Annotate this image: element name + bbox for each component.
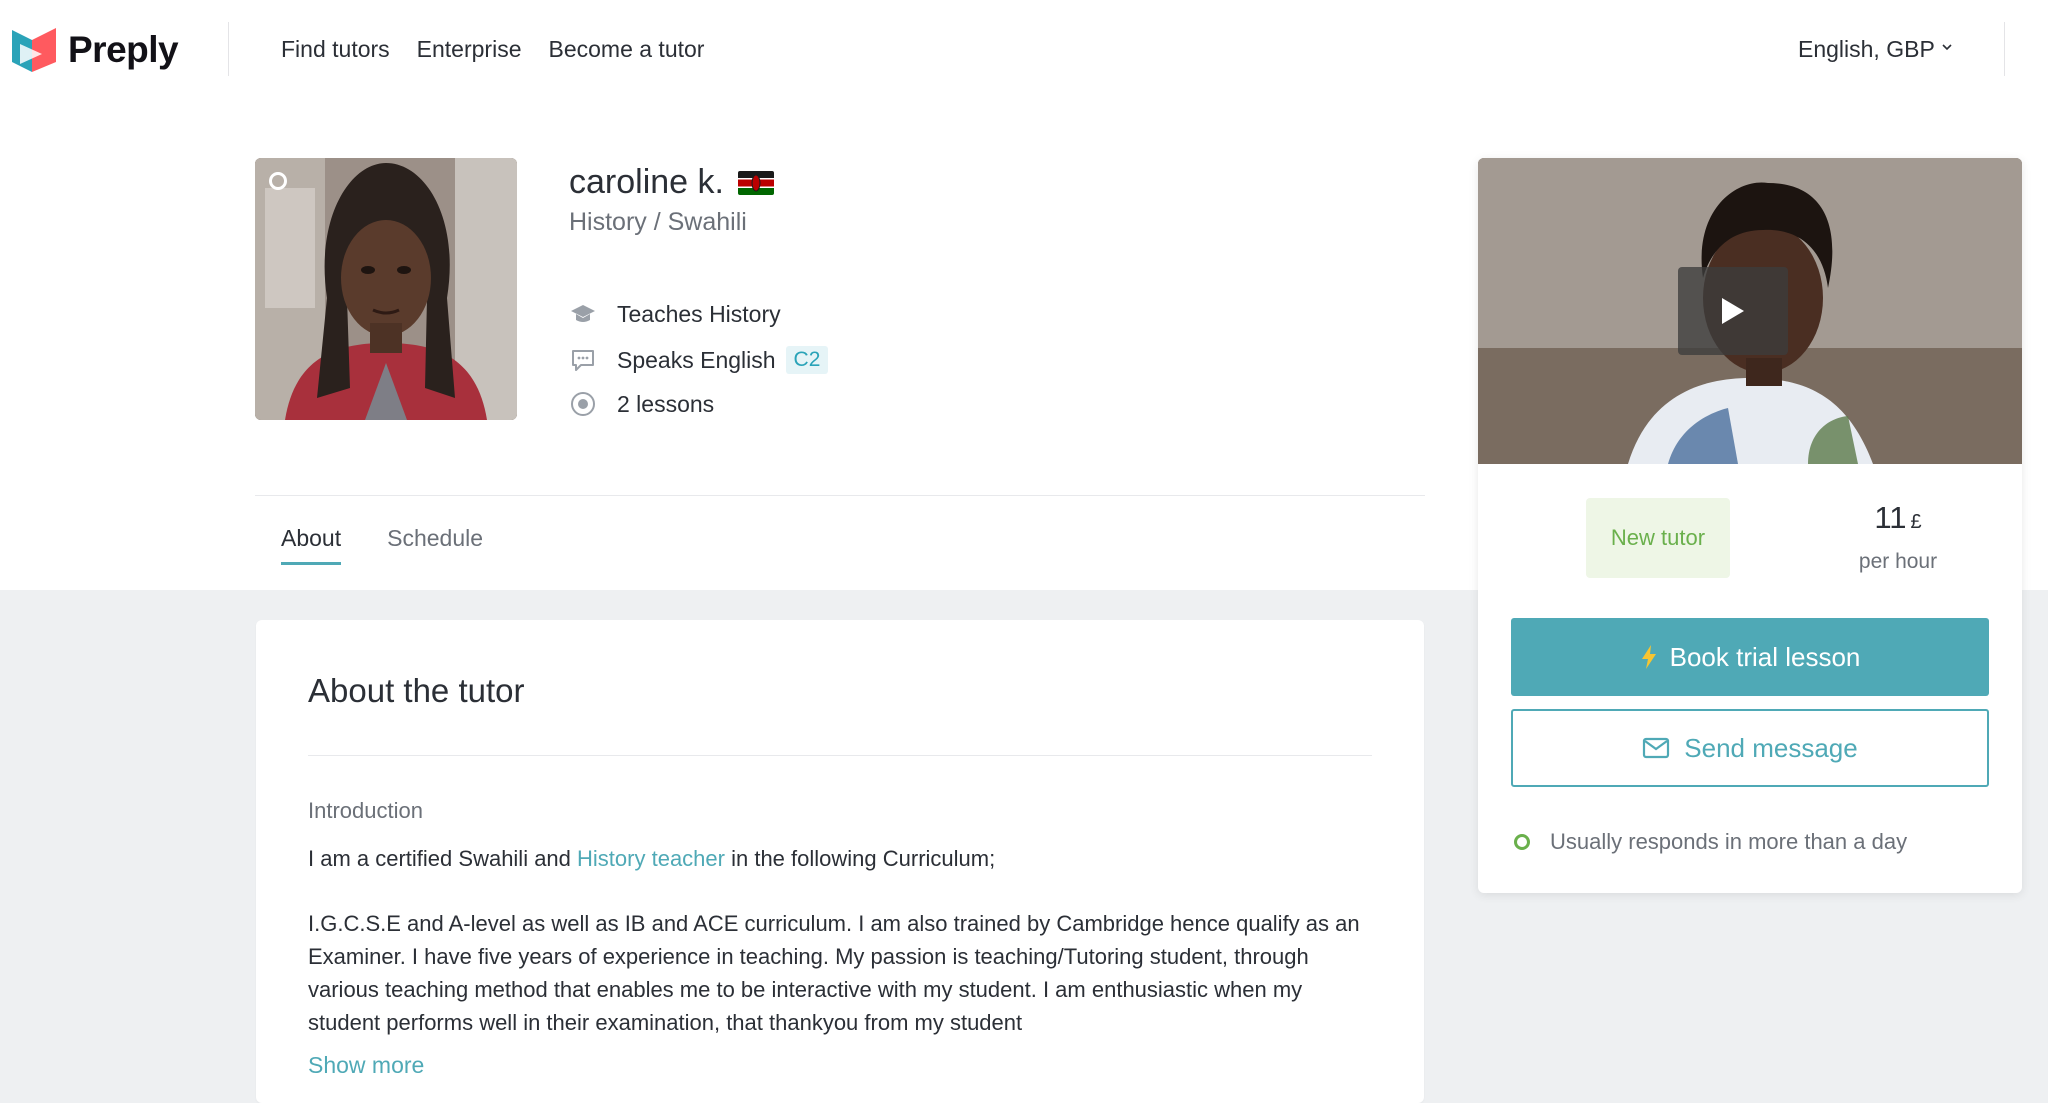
- tutor-photo: [255, 158, 517, 420]
- response-status-icon: [1514, 834, 1530, 850]
- speaks-value: English: [700, 346, 776, 373]
- lessons-count: 2 lessons: [617, 390, 715, 417]
- send-message-button[interactable]: Send message: [1511, 709, 1989, 787]
- nav-become-a-tutor[interactable]: Become a tutor: [548, 36, 704, 63]
- play-video-button[interactable]: [1678, 267, 1788, 355]
- kenya-flag-icon: [737, 170, 774, 195]
- tutor-name: caroline k.: [569, 163, 724, 201]
- show-more-link[interactable]: Show more: [308, 1052, 424, 1079]
- introduction-paragraph: I.G.C.S.E and A-level as well as IB and …: [308, 911, 1360, 1035]
- introduction-line: I am a certified Swahili and History tea…: [308, 842, 1372, 875]
- response-time-text: Usually responds in more than a day: [1550, 829, 1908, 854]
- price-unit: per hour: [1858, 550, 1938, 573]
- price-amount: 11: [1874, 500, 1907, 535]
- intro-text-after: in the following Curriculum;: [724, 846, 996, 871]
- about-divider: [308, 755, 1372, 756]
- intro-video[interactable]: [1478, 158, 2022, 464]
- preply-logo-icon: [12, 28, 56, 72]
- price-block: 11 £ per hour: [1828, 500, 1968, 574]
- profile-divider: [255, 495, 1425, 496]
- fact-teaches: Teaches History: [569, 300, 781, 328]
- nav-find-tutors[interactable]: Find tutors: [281, 36, 390, 63]
- fact-speaks: Speaks English C2: [569, 346, 829, 374]
- new-tutor-badge: New tutor: [1586, 498, 1730, 578]
- tutor-subjects: History / Swahili: [569, 208, 747, 236]
- preply-logo[interactable]: Preply: [12, 26, 179, 74]
- chat-bubble-icon: [572, 350, 594, 371]
- history-teacher-link[interactable]: History teacher: [577, 846, 725, 871]
- response-time: Usually responds in more than a day: [1514, 829, 1907, 855]
- about-card: About the tutor Introduction I am a cert…: [256, 620, 1424, 1103]
- intro-text-before: I am a certified Swahili and: [308, 846, 578, 871]
- lessons-icon: [571, 392, 595, 416]
- tab-about[interactable]: About: [281, 525, 342, 565]
- tutor-name-row: caroline k.: [569, 163, 774, 202]
- envelope-icon: [1643, 737, 1670, 759]
- play-icon: [1722, 298, 1744, 324]
- top-header: Preply Find tutors Enterprise Become a t…: [0, 0, 2048, 100]
- chevron-down-icon: [1942, 43, 1952, 50]
- tutor-avatar: [255, 158, 517, 420]
- speaks-label: Speaks: [617, 346, 694, 373]
- main-nav: Find tutors Enterprise Become a tutor: [281, 36, 704, 63]
- header-divider-right: [2004, 22, 2005, 76]
- nav-enterprise[interactable]: Enterprise: [417, 36, 522, 63]
- locale-selector[interactable]: English, GBP: [1798, 36, 1953, 63]
- price-currency: £: [1910, 511, 1922, 533]
- header-divider: [228, 22, 229, 76]
- fact-lessons: 2 lessons: [569, 390, 714, 418]
- language-level-badge: C2: [785, 346, 829, 374]
- logo-text: Preply: [68, 29, 179, 70]
- about-title: About the tutor: [308, 672, 525, 709]
- tab-schedule[interactable]: Schedule: [387, 525, 483, 565]
- book-trial-lesson-label: Book trial lesson: [1669, 641, 1861, 672]
- profile-tabs: About Schedule: [281, 525, 483, 565]
- booking-card: New tutor 11 £ per hour Book trial lesson…: [1478, 158, 2022, 893]
- locale-label: English, GBP: [1798, 36, 1935, 62]
- send-message-label: Send message: [1684, 732, 1858, 763]
- teaches-label: Teaches: [617, 300, 703, 327]
- teaches-value: History: [709, 300, 781, 327]
- introduction-label: Introduction: [308, 798, 423, 823]
- online-status-indicator: [269, 172, 287, 190]
- lightning-icon: [1641, 645, 1656, 669]
- graduation-cap-icon: [571, 305, 595, 322]
- book-trial-lesson-button[interactable]: Book trial lesson: [1511, 618, 1989, 696]
